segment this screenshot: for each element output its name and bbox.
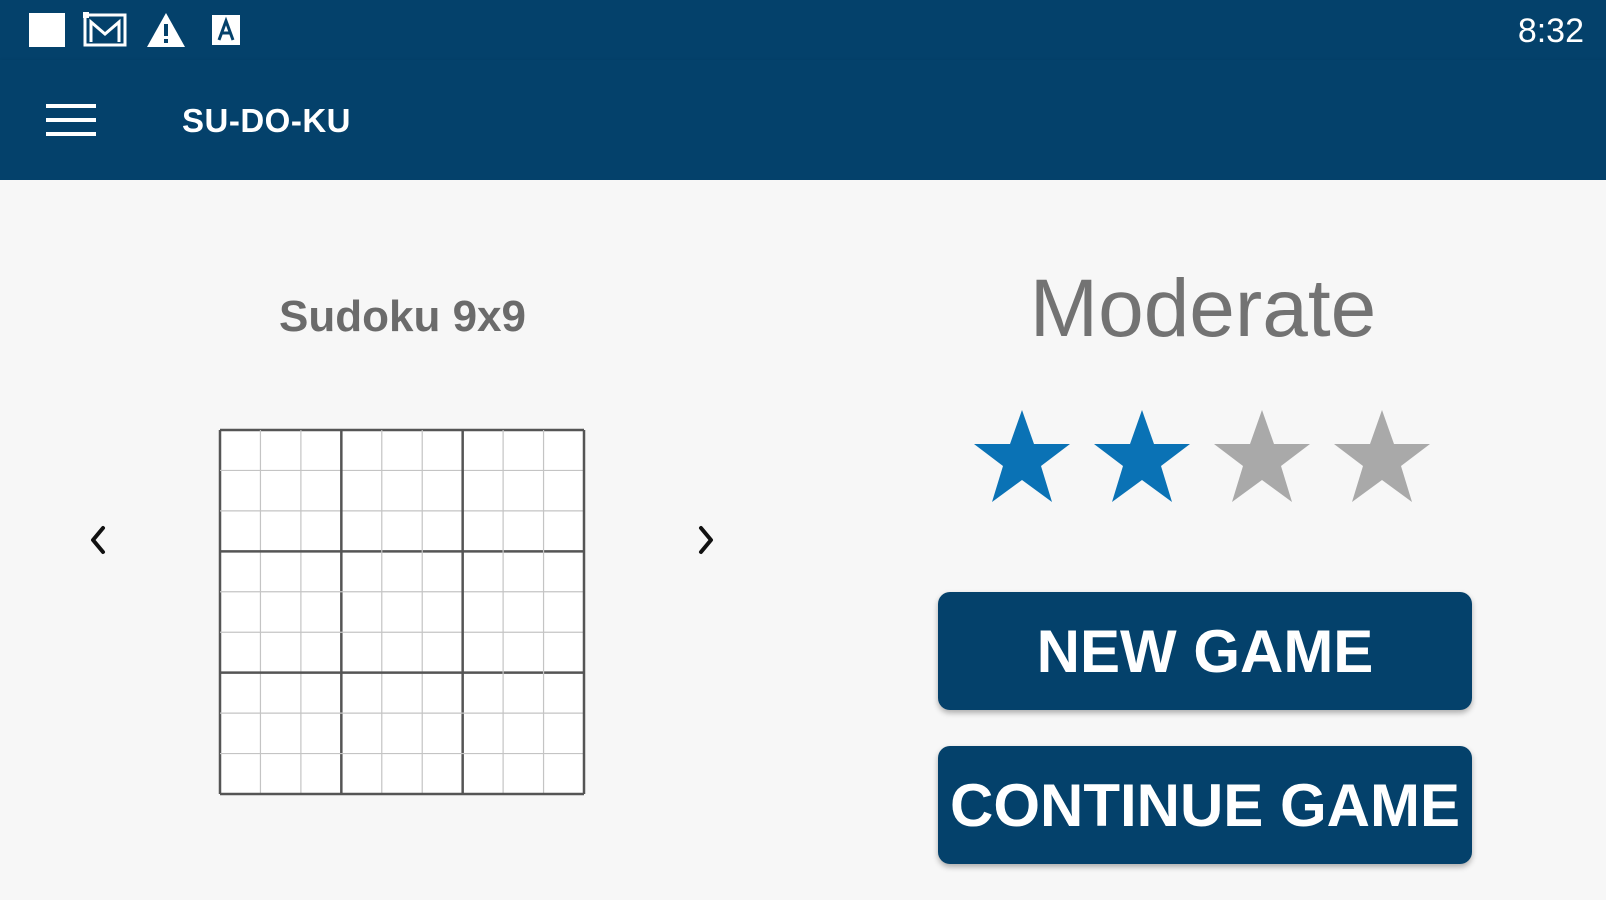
next-puzzle-button[interactable] bbox=[676, 510, 736, 570]
difficulty-label: Moderate bbox=[1029, 263, 1377, 354]
grid-background bbox=[220, 430, 584, 794]
main-content: Sudoku 9x9 Moderate NEW GAME CONTINUE GA… bbox=[0, 180, 1606, 900]
star-filled-icon bbox=[1090, 406, 1194, 506]
app-bar: SU-DO-KU bbox=[0, 60, 1606, 180]
difficulty-rating bbox=[970, 406, 1440, 506]
hamburger-menu-icon bbox=[46, 104, 96, 136]
star-empty-icon bbox=[1330, 406, 1434, 506]
warning-icon bbox=[144, 10, 188, 50]
previous-puzzle-button[interactable] bbox=[68, 510, 128, 570]
keyboard-icon bbox=[208, 10, 244, 50]
square-notification-icon bbox=[26, 10, 68, 50]
status-bar: 8:32 bbox=[0, 0, 1606, 60]
sudoku-grid-preview bbox=[218, 428, 586, 796]
new-game-button[interactable]: NEW GAME bbox=[938, 592, 1472, 710]
app-title: SU-DO-KU bbox=[182, 102, 351, 139]
menu-button[interactable] bbox=[30, 90, 112, 150]
continue-game-button[interactable]: CONTINUE GAME bbox=[938, 746, 1472, 864]
status-time: 8:32 bbox=[1517, 12, 1584, 50]
star-filled-icon bbox=[970, 406, 1074, 506]
chevron-right-icon bbox=[699, 526, 713, 554]
gmail-icon bbox=[82, 10, 130, 50]
star-empty-icon bbox=[1210, 406, 1314, 506]
puzzle-title: Sudoku 9x9 bbox=[279, 292, 526, 341]
chevron-left-icon bbox=[91, 526, 105, 554]
